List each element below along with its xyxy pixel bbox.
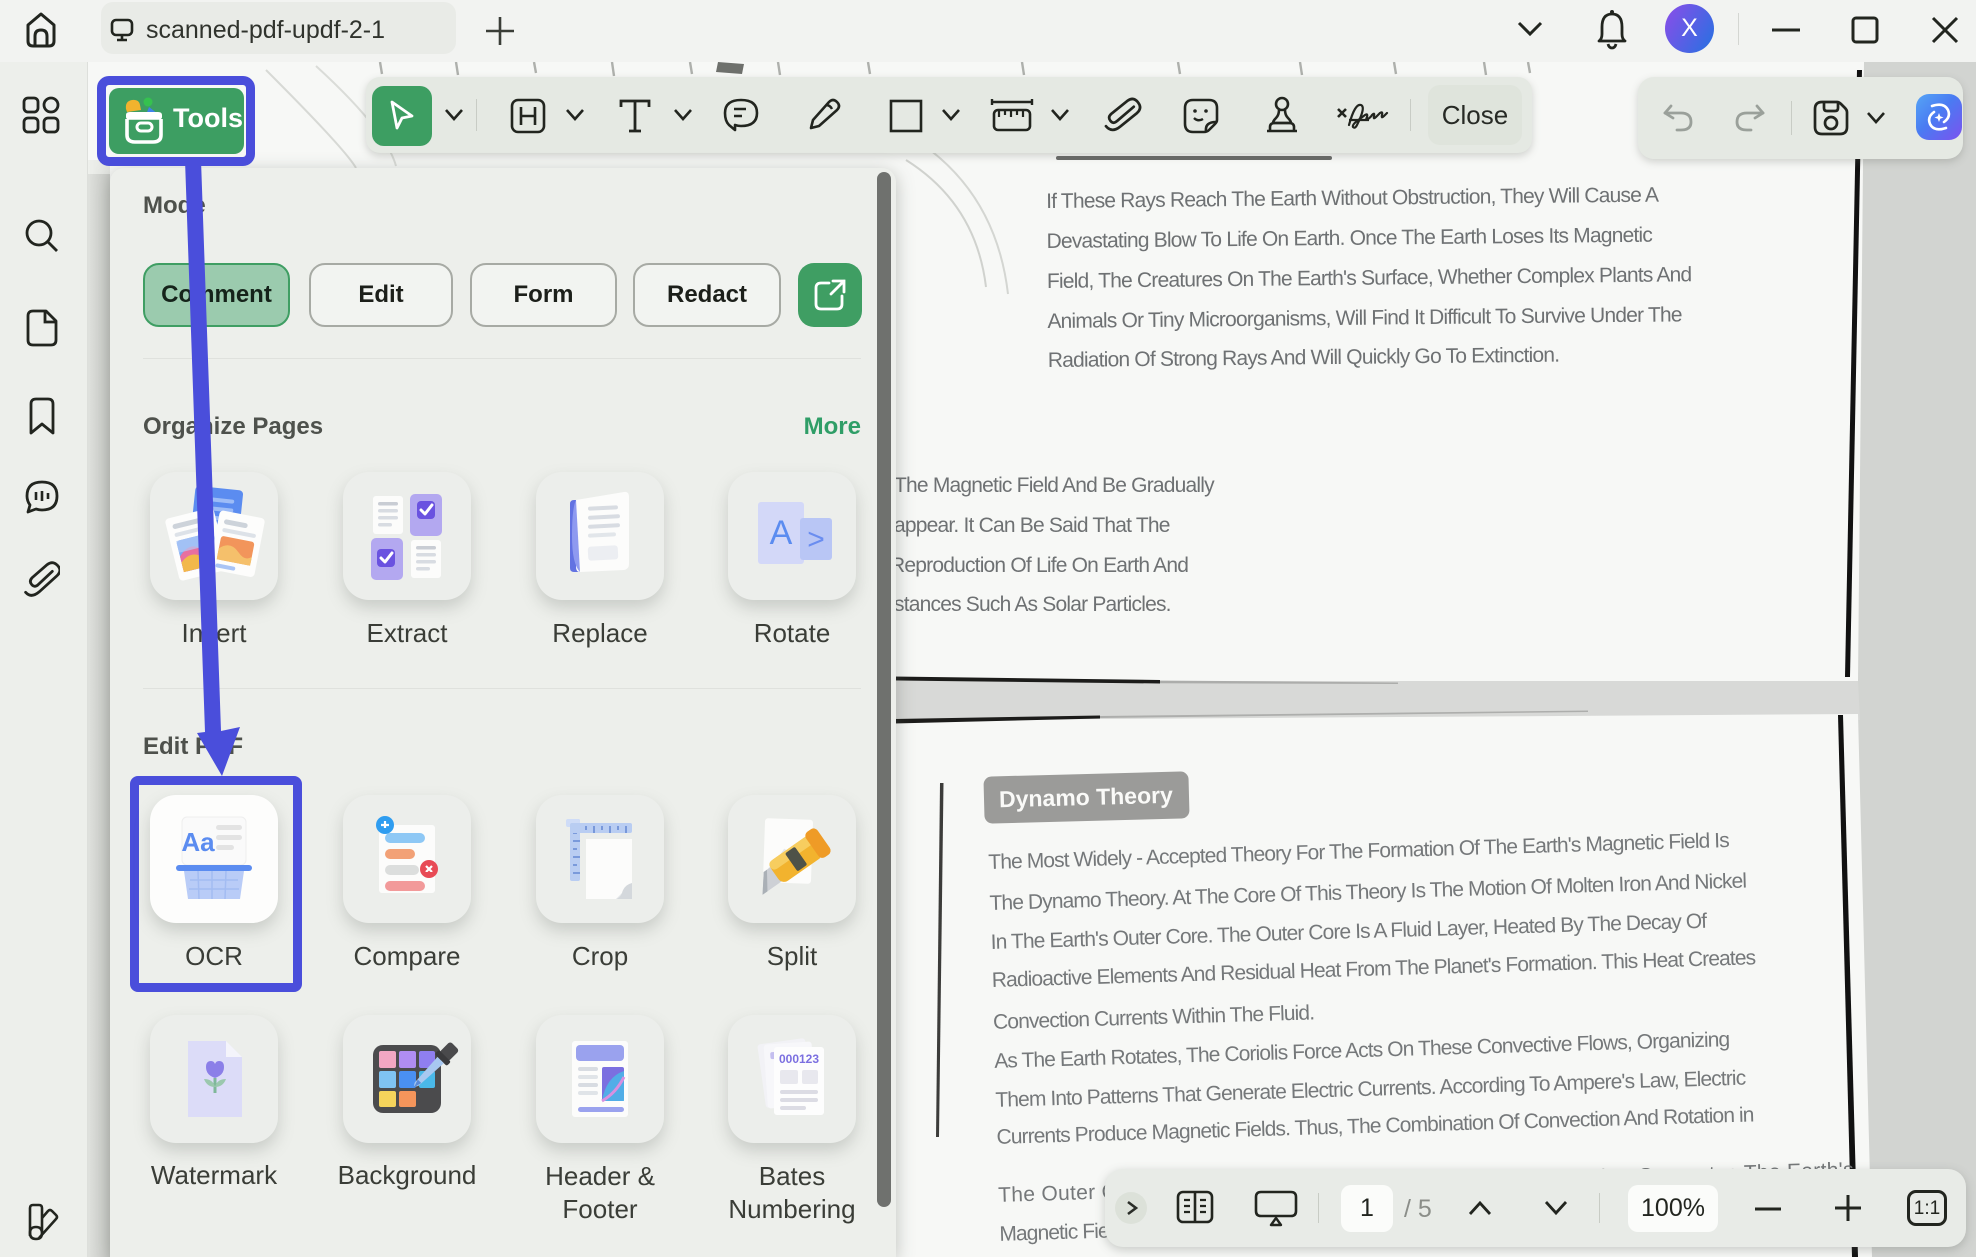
svg-text:A: A: [770, 514, 793, 552]
svg-text:>: >: [807, 523, 825, 556]
svg-text:Aa: Aa: [181, 827, 215, 857]
svg-text:000123: 000123: [779, 1052, 819, 1066]
